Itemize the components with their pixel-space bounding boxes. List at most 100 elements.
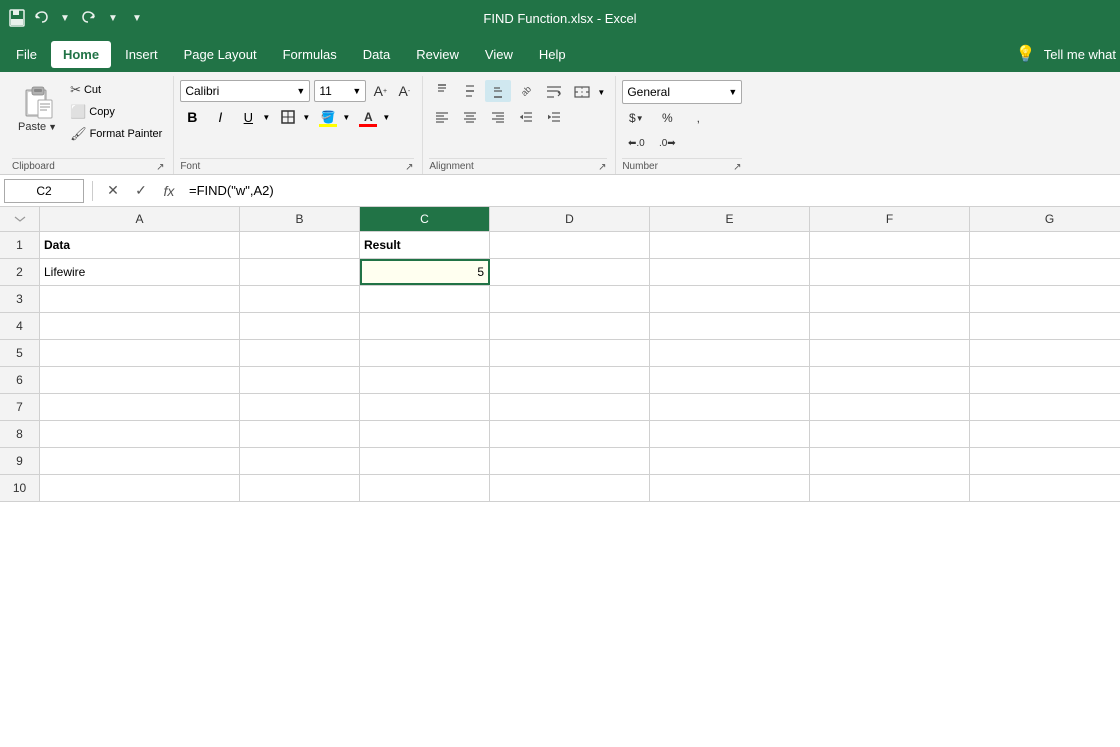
underline-button[interactable]: U [236, 105, 260, 129]
cell-a5[interactable] [40, 340, 240, 366]
cell-b4[interactable] [240, 313, 360, 339]
menu-help[interactable]: Help [527, 41, 578, 68]
cell-c6[interactable] [360, 367, 490, 393]
orientation-button[interactable]: ab [513, 80, 539, 102]
formula-input[interactable] [185, 179, 1116, 203]
clipboard-expand-icon[interactable]: ↗ [155, 162, 165, 172]
cell-a4[interactable] [40, 313, 240, 339]
col-header-f[interactable]: F [810, 207, 970, 231]
cell-g8[interactable] [970, 421, 1120, 447]
cancel-formula-button[interactable]: ✕ [101, 179, 125, 203]
cell-d2[interactable] [490, 259, 650, 285]
cell-b8[interactable] [240, 421, 360, 447]
cell-a2[interactable]: Lifewire [40, 259, 240, 285]
cell-c10[interactable] [360, 475, 490, 501]
align-left-button[interactable] [429, 106, 455, 128]
cell-g1[interactable] [970, 232, 1120, 258]
cell-g6[interactable] [970, 367, 1120, 393]
cell-b9[interactable] [240, 448, 360, 474]
cell-c5[interactable] [360, 340, 490, 366]
cell-e2[interactable] [650, 259, 810, 285]
cell-d3[interactable] [490, 286, 650, 312]
cell-e7[interactable] [650, 394, 810, 420]
format-painter-button[interactable]: 🖌 Format Painter [67, 124, 165, 144]
cell-g9[interactable] [970, 448, 1120, 474]
cell-a7[interactable] [40, 394, 240, 420]
decrease-font-button[interactable]: A- [394, 81, 414, 101]
menu-home[interactable]: Home [51, 41, 111, 68]
cell-f4[interactable] [810, 313, 970, 339]
cell-a6[interactable] [40, 367, 240, 393]
alignment-expand-icon[interactable]: ↗ [597, 162, 607, 172]
undo-arrow-icon[interactable]: ▼ [56, 9, 74, 27]
col-header-b[interactable]: B [240, 207, 360, 231]
cell-c7[interactable] [360, 394, 490, 420]
wrap-text-button[interactable] [541, 80, 567, 102]
border-arrow[interactable]: ▼ [300, 105, 312, 129]
cell-f3[interactable] [810, 286, 970, 312]
font-expand-icon[interactable]: ↗ [404, 162, 414, 172]
cell-f9[interactable] [810, 448, 970, 474]
italic-button[interactable]: I [208, 105, 232, 129]
paste-button[interactable]: Paste ▼ [12, 80, 63, 137]
redo-arrow-icon[interactable]: ▼ [104, 9, 122, 27]
font-color-arrow[interactable]: ▼ [380, 105, 392, 129]
cell-f7[interactable] [810, 394, 970, 420]
cell-c2[interactable]: 5 [360, 259, 490, 285]
increase-indent-button[interactable] [541, 106, 567, 128]
customize-icon[interactable]: ▼ [128, 9, 146, 27]
row-number-2[interactable]: 2 [0, 259, 40, 285]
col-header-g[interactable]: G [970, 207, 1120, 231]
bold-button[interactable]: B [180, 105, 204, 129]
cell-b7[interactable] [240, 394, 360, 420]
row-number-9[interactable]: 9 [0, 448, 40, 474]
merge-button[interactable] [569, 81, 595, 103]
cell-e6[interactable] [650, 367, 810, 393]
cell-e10[interactable] [650, 475, 810, 501]
border-button[interactable] [276, 105, 300, 129]
cell-g7[interactable] [970, 394, 1120, 420]
confirm-formula-button[interactable]: ✓ [129, 179, 153, 203]
align-bottom-button[interactable] [485, 80, 511, 102]
cell-e1[interactable] [650, 232, 810, 258]
menu-insert[interactable]: Insert [113, 41, 170, 68]
col-header-c[interactable]: C [360, 207, 490, 231]
cell-e5[interactable] [650, 340, 810, 366]
merge-arrow[interactable]: ▼ [595, 80, 607, 104]
align-middle-button[interactable] [457, 80, 483, 102]
cell-e8[interactable] [650, 421, 810, 447]
cell-b1[interactable] [240, 232, 360, 258]
align-top-button[interactable] [429, 80, 455, 102]
save-icon[interactable] [8, 9, 26, 27]
cell-f6[interactable] [810, 367, 970, 393]
menu-review[interactable]: Review [404, 41, 471, 68]
cell-a1[interactable]: Data [40, 232, 240, 258]
cell-c1[interactable]: Result [360, 232, 490, 258]
cell-d1[interactable] [490, 232, 650, 258]
menu-data[interactable]: Data [351, 41, 402, 68]
cell-a10[interactable] [40, 475, 240, 501]
font-name-select[interactable]: Calibri ▼ [180, 80, 310, 102]
cell-a9[interactable] [40, 448, 240, 474]
percent-button[interactable]: % [653, 107, 681, 129]
row-number-3[interactable]: 3 [0, 286, 40, 312]
row-number-7[interactable]: 7 [0, 394, 40, 420]
cell-b10[interactable] [240, 475, 360, 501]
cell-d6[interactable] [490, 367, 650, 393]
copy-button[interactable]: ⬜ Copy [67, 102, 165, 122]
col-header-d[interactable]: D [490, 207, 650, 231]
align-right-button[interactable] [485, 106, 511, 128]
col-header-e[interactable]: E [650, 207, 810, 231]
decrease-decimal-button[interactable]: .0➡ [653, 132, 681, 154]
font-color-button[interactable]: A [356, 105, 380, 129]
cell-a3[interactable] [40, 286, 240, 312]
cell-c4[interactable] [360, 313, 490, 339]
row-number-1[interactable]: 1 [0, 232, 40, 258]
cell-e9[interactable] [650, 448, 810, 474]
menu-formulas[interactable]: Formulas [271, 41, 349, 68]
cell-d4[interactable] [490, 313, 650, 339]
cell-d9[interactable] [490, 448, 650, 474]
cell-b6[interactable] [240, 367, 360, 393]
currency-button[interactable]: $▼ [622, 107, 650, 129]
cell-b5[interactable] [240, 340, 360, 366]
